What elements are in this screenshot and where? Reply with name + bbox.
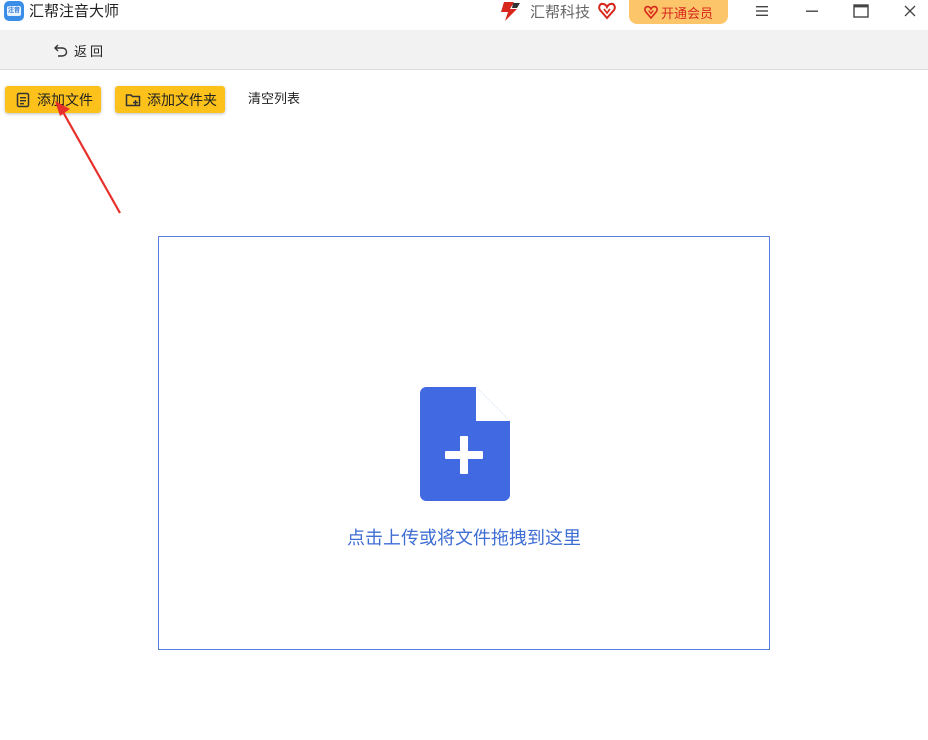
add-folder-button[interactable]: 添加文件夹 bbox=[115, 86, 225, 113]
close-icon bbox=[904, 5, 916, 17]
clear-list-button[interactable]: 清空列表 bbox=[248, 90, 300, 110]
back-arrow-icon bbox=[54, 44, 68, 57]
title-bar: 注音 汇帮注音大师 汇帮科技 开通会员 bbox=[0, 0, 928, 28]
app-logo-text: 注音 bbox=[7, 6, 21, 16]
back-label: 返回 bbox=[74, 44, 107, 60]
back-button[interactable]: 返回 bbox=[53, 40, 106, 60]
minimize-icon bbox=[806, 10, 818, 12]
brand: 汇帮科技 bbox=[498, 0, 616, 22]
vip-label: 开通会员 bbox=[660, 6, 713, 22]
add-file-label: 添加文件 bbox=[37, 92, 93, 109]
heart-icon bbox=[598, 2, 616, 20]
nav-bar: 返回 bbox=[0, 30, 928, 70]
maximize-button[interactable] bbox=[845, 0, 877, 22]
brand-logo-icon bbox=[501, 2, 520, 21]
folder-add-icon bbox=[125, 93, 141, 106]
menu-icon bbox=[756, 6, 768, 16]
close-button[interactable] bbox=[894, 0, 926, 22]
app-title: 汇帮注音大师 bbox=[29, 2, 120, 20]
dropzone-hint: 点击上传或将文件拖拽到这里 bbox=[347, 528, 581, 549]
menu-button[interactable] bbox=[746, 0, 778, 22]
brand-name: 汇帮科技 bbox=[530, 2, 591, 21]
file-add-icon bbox=[420, 387, 510, 501]
minimize-button[interactable] bbox=[796, 0, 828, 22]
upload-dropzone[interactable]: 点击上传或将文件拖拽到这里 bbox=[158, 236, 770, 650]
file-list-icon bbox=[16, 92, 30, 107]
app-logo-icon: 注音 bbox=[4, 1, 24, 21]
vip-heart-icon bbox=[644, 5, 658, 19]
maximize-icon bbox=[853, 4, 869, 18]
add-folder-label: 添加文件夹 bbox=[147, 92, 217, 109]
add-file-button[interactable]: 添加文件 bbox=[5, 86, 101, 113]
vip-button[interactable]: 开通会员 bbox=[629, 0, 728, 24]
